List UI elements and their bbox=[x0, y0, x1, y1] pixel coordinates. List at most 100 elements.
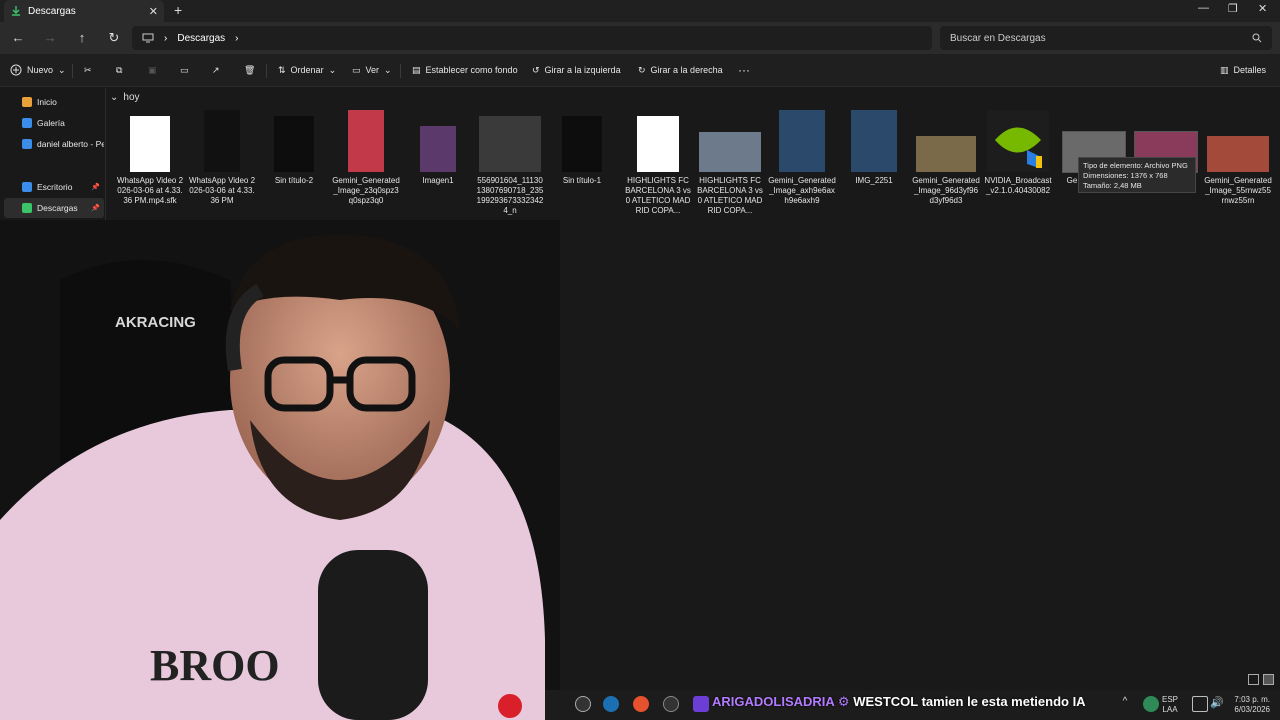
breadcrumb-descargas[interactable]: Descargas bbox=[177, 33, 225, 44]
cut-icon[interactable]: ✂ bbox=[84, 62, 92, 78]
tab-close-icon[interactable]: ✕ bbox=[149, 5, 158, 18]
file-item[interactable]: WhatsApp Video 2026-03-06 at 4.33.36 PM.… bbox=[116, 108, 184, 206]
wallpaper-icon: ▤ bbox=[412, 64, 421, 75]
sidebar-item[interactable]: Escritorio 📌 bbox=[4, 177, 104, 197]
sidebar-item[interactable]: Galería bbox=[4, 113, 104, 133]
set-background-label: Establecer como fondo bbox=[425, 65, 518, 75]
sidebar-item[interactable]: Descargas 📌 bbox=[4, 198, 104, 218]
details-button[interactable]: ▥ Detalles bbox=[1220, 62, 1266, 78]
view-label: Ver bbox=[365, 65, 380, 75]
copy-icon[interactable]: ⧉ bbox=[116, 62, 122, 78]
file-thumbnail bbox=[987, 110, 1049, 172]
sort-button[interactable]: ⇅ Ordenar ⌄ bbox=[278, 62, 336, 78]
clock-date: 6/03/2026 bbox=[1234, 705, 1270, 714]
network-icon[interactable] bbox=[1192, 696, 1208, 712]
share-icon[interactable]: ↗ bbox=[212, 62, 220, 78]
file-item[interactable]: NVIDIA_Broadcast_v2.1.0.40430082 bbox=[984, 108, 1052, 196]
webcam-overlay: AKRACING BROO bbox=[0, 220, 560, 720]
file-item[interactable]: Gemini_Generated_Image_55rnwz55rnwz55rn bbox=[1204, 108, 1272, 206]
sidebar-item[interactable]: Inicio bbox=[4, 92, 104, 112]
tab-descargas[interactable]: Descargas ✕ bbox=[4, 0, 164, 22]
group-label: hoy bbox=[123, 92, 140, 103]
tray-chevron-icon[interactable]: ^ bbox=[1117, 696, 1133, 712]
new-button[interactable]: Nuevo ⌄ bbox=[10, 62, 66, 78]
chevron-down-icon: ⌄ bbox=[58, 64, 66, 75]
volume-icon[interactable]: 🔊 bbox=[1210, 696, 1226, 712]
sidebar-item-label: Escritorio bbox=[37, 182, 73, 192]
file-item[interactable]: 556901604_1113013807690718_2351992936733… bbox=[476, 108, 544, 216]
delete-icon[interactable]: 🗑 bbox=[244, 62, 255, 78]
sort-icon: ⇅ bbox=[278, 64, 286, 75]
sidebar-item-label: daniel alberto - Per bbox=[37, 139, 104, 149]
search-placeholder: Buscar en Descargas bbox=[950, 32, 1046, 44]
divider bbox=[266, 64, 267, 78]
set-background-button[interactable]: ▤ Establecer como fondo bbox=[412, 62, 518, 78]
tooltip-size: Tamaño: 2,48 MB bbox=[1083, 181, 1142, 190]
breadcrumb-separator: › bbox=[164, 32, 168, 44]
chair-logo: AKRACING bbox=[115, 314, 196, 331]
file-name: IMG_2251 bbox=[855, 176, 893, 185]
forward-icon[interactable]: → bbox=[40, 28, 60, 48]
sidebar-item-label: Galería bbox=[37, 118, 65, 128]
file-item[interactable]: Gemini_Generated_Image_z3q0spz3q0spz3q0 bbox=[332, 108, 400, 206]
brave-icon[interactable] bbox=[633, 696, 649, 712]
group-header-today[interactable]: ⌄ hoy bbox=[110, 92, 140, 103]
back-icon[interactable]: ← bbox=[8, 28, 28, 48]
file-thumbnail bbox=[479, 116, 541, 172]
file-item[interactable]: IMG_2251 bbox=[840, 108, 908, 186]
file-item[interactable]: Sin título-2 bbox=[260, 108, 328, 186]
file-name: Gemini_Generated_Image_96d3yf96d3yf96d3 bbox=[912, 176, 980, 205]
grid-app-icon[interactable] bbox=[693, 696, 709, 712]
file-item[interactable]: Imagen1 bbox=[404, 108, 472, 186]
close-window-button[interactable]: ✕ bbox=[1258, 2, 1267, 15]
file-thumbnail bbox=[851, 110, 897, 172]
file-name: Gemini_Generated_Image_z3q0spz3q0spz3q0 bbox=[332, 176, 400, 205]
download-icon bbox=[22, 203, 32, 213]
up-icon[interactable]: ↑ bbox=[72, 28, 92, 48]
app-icon[interactable] bbox=[663, 696, 679, 712]
clock[interactable]: 7:03 p. m. 6/03/2026 bbox=[1226, 695, 1270, 715]
file-item[interactable]: Gemini_Generated_Image_96d3yf96d3yf96d3 bbox=[912, 108, 980, 206]
sidebar-item-label: Descargas bbox=[37, 203, 78, 213]
file-name: WhatsApp Video 2026-03-06 at 4.33.36 PM bbox=[188, 176, 256, 205]
file-item[interactable]: HIGHLIGHTS FC BARCELONA 3 vs 0 ATLETICO … bbox=[624, 108, 692, 216]
steam-icon[interactable] bbox=[603, 696, 619, 712]
new-tab-button[interactable]: + bbox=[174, 2, 182, 18]
chevron-down-icon: ⌄ bbox=[110, 92, 119, 103]
details-view-icon[interactable] bbox=[1248, 674, 1259, 685]
microphone bbox=[318, 550, 428, 720]
pin-icon: 📌 bbox=[91, 205, 100, 212]
view-icon: ▭ bbox=[352, 64, 361, 75]
sidebar-item[interactable]: daniel alberto - Per bbox=[4, 134, 104, 154]
view-toggles bbox=[1248, 674, 1274, 685]
file-item[interactable]: Sin título-1 bbox=[548, 108, 616, 186]
cloud-icon bbox=[22, 139, 32, 149]
minimize-button[interactable]: — bbox=[1198, 2, 1209, 14]
maximize-button[interactable]: ❐ bbox=[1228, 2, 1238, 15]
details-pane-icon: ▥ bbox=[1220, 64, 1229, 75]
more-options-icon[interactable]: ··· bbox=[738, 62, 750, 78]
search-input[interactable]: Buscar en Descargas bbox=[940, 26, 1272, 50]
file-name: Sin título-2 bbox=[274, 176, 314, 185]
language-indicator[interactable]: ESP LAA bbox=[1162, 695, 1178, 715]
file-name: HIGHLIGHTS FC BARCELONA 3 vs 0 ATLETICO … bbox=[697, 176, 763, 215]
rotate-left-button[interactable]: ↺ Girar a la izquierda bbox=[532, 62, 621, 78]
mic-icon[interactable] bbox=[1143, 696, 1159, 712]
file-item[interactable]: Gemini_Generated_Image_axh9e6axh9e6axh9 bbox=[768, 108, 836, 206]
rotate-right-button[interactable]: ↻ Girar a la derecha bbox=[638, 62, 723, 78]
address-bar[interactable]: › Descargas › bbox=[132, 26, 932, 50]
file-thumbnail bbox=[779, 110, 825, 172]
rename-icon[interactable]: ▭ bbox=[180, 62, 189, 78]
file-thumbnail bbox=[274, 116, 314, 172]
chatgpt-icon[interactable] bbox=[575, 696, 591, 712]
file-item[interactable]: HIGHLIGHTS FC BARCELONA 3 vs 0 ATLETICO … bbox=[696, 108, 764, 216]
view-button[interactable]: ▭ Ver ⌄ bbox=[352, 62, 392, 78]
thumbnails-view-icon[interactable] bbox=[1263, 674, 1274, 685]
file-item[interactable]: WhatsApp Video 2026-03-06 at 4.33.36 PM bbox=[188, 108, 256, 206]
refresh-icon[interactable]: ↻ bbox=[104, 28, 124, 48]
sidebar-item-label: Inicio bbox=[37, 97, 57, 107]
file-name: 556901604_1113013807690718_2351992936733… bbox=[476, 176, 544, 215]
paste-icon[interactable]: ▣ bbox=[148, 62, 157, 78]
file-thumbnail bbox=[916, 136, 976, 172]
tooltip-dimensions: Dimensiones: 1376 x 768 bbox=[1083, 171, 1168, 180]
